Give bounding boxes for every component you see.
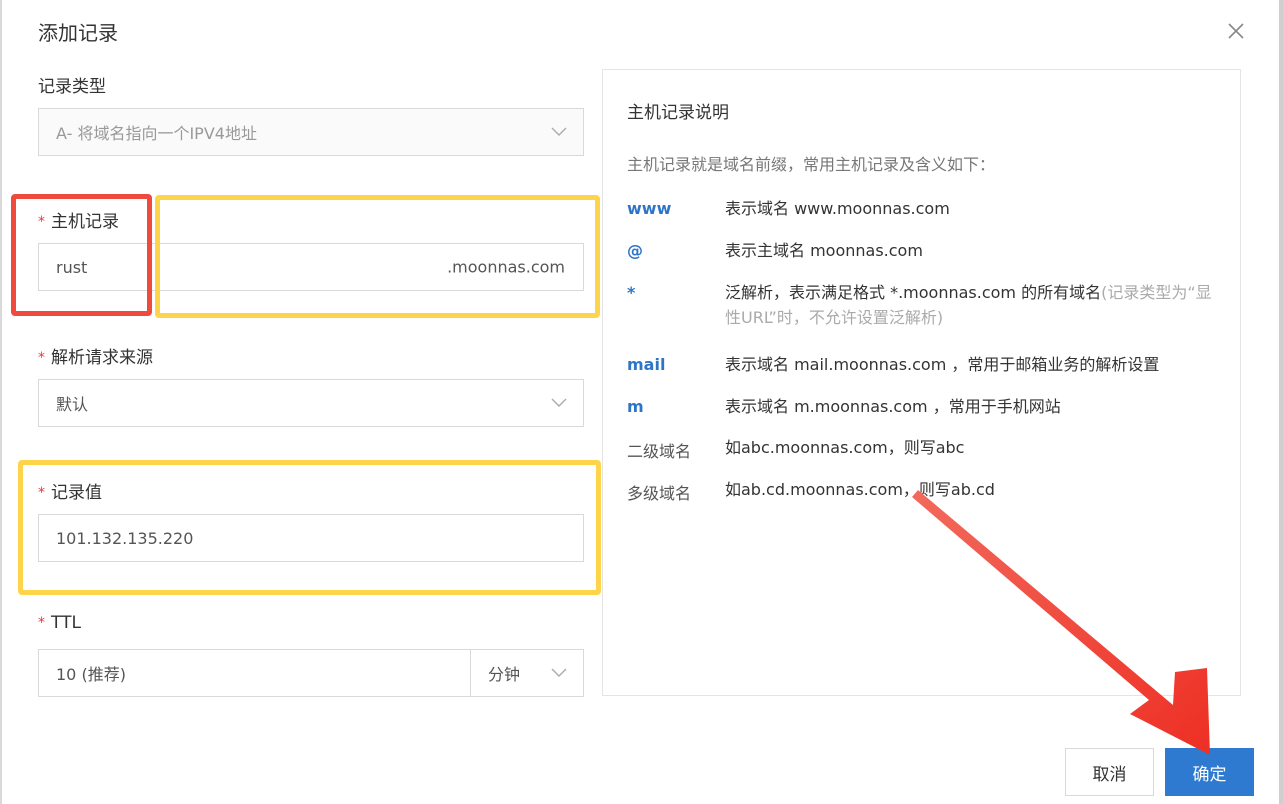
- resolve-source-label: * 解析请求来源: [38, 348, 153, 368]
- help-text: 表示主域名 moonnas.com: [725, 241, 923, 260]
- help-key: mail: [627, 355, 666, 374]
- required-mark: *: [38, 615, 45, 631]
- help-key: @: [627, 241, 643, 260]
- domain-suffix: .moonnas.com: [447, 257, 565, 277]
- record-value-text: 101.132.135.220: [56, 528, 194, 548]
- required-mark: *: [38, 350, 45, 366]
- help-key: 多级域名: [627, 484, 692, 503]
- help-text: 表示域名 mail.moonnas.com ，常用于邮箱业务的解析设置: [725, 355, 1160, 374]
- record-type-select[interactable]: A- 将域名指向一个IPV4地址: [38, 108, 584, 156]
- ttl-unit-select[interactable]: 分钟: [470, 649, 584, 697]
- window-edge-right: [1279, 0, 1283, 804]
- help-text: 如abc.moonnas.com，则写abc: [725, 438, 965, 457]
- confirm-button[interactable]: 确定: [1165, 748, 1254, 796]
- help-title: 主机记录说明: [627, 103, 729, 123]
- resolve-source-select[interactable]: 默认: [38, 379, 584, 427]
- ttl-label: * TTL: [38, 613, 81, 633]
- window-edge-left: [0, 0, 2, 804]
- required-mark: *: [38, 214, 45, 230]
- help-text: 如ab.cd.moonnas.com，则写ab.cd: [725, 480, 995, 499]
- cancel-button[interactable]: 取消: [1065, 748, 1154, 796]
- record-type-label: 记录类型: [38, 77, 106, 97]
- help-key: www: [627, 199, 672, 218]
- host-record-value: rust: [56, 257, 88, 277]
- record-value-input[interactable]: 101.132.135.220: [38, 514, 584, 562]
- chevron-down-icon: [551, 127, 567, 136]
- required-mark: *: [38, 485, 45, 501]
- close-icon: [1228, 23, 1244, 39]
- ttl-input[interactable]: 10 (推荐): [38, 649, 471, 697]
- help-key: *: [627, 283, 636, 302]
- help-description: 主机记录就是域名前缀，常用主机记录及含义如下：: [627, 155, 996, 174]
- help-text: 表示域名 m.moonnas.com ，常用于手机网站: [725, 397, 1061, 416]
- record-type-value: A- 将域名指向一个IPV4地址: [56, 124, 257, 143]
- dialog-title: 添加记录: [38, 21, 118, 45]
- host-record-input[interactable]: rust .moonnas.com: [38, 243, 584, 291]
- help-text: 泛解析，表示满足格式 *.moonnas.com 的所有域名(记录类型为“显性U…: [725, 283, 1212, 327]
- close-button[interactable]: [1222, 17, 1250, 45]
- host-record-help-panel: 主机记录说明 主机记录就是域名前缀，常用主机记录及含义如下： www 表示域名 …: [602, 69, 1241, 696]
- resolve-source-value: 默认: [56, 395, 89, 414]
- help-text: 表示域名 www.moonnas.com: [725, 199, 950, 218]
- chevron-down-icon: [551, 668, 567, 677]
- help-key: 二级域名: [627, 442, 692, 461]
- ttl-unit-value: 分钟: [488, 665, 521, 684]
- ttl-value: 10 (推荐): [56, 665, 126, 684]
- chevron-down-icon: [551, 398, 567, 407]
- record-value-label: * 记录值: [38, 483, 102, 503]
- host-record-label: * 主机记录: [38, 212, 119, 232]
- help-key: m: [627, 397, 644, 416]
